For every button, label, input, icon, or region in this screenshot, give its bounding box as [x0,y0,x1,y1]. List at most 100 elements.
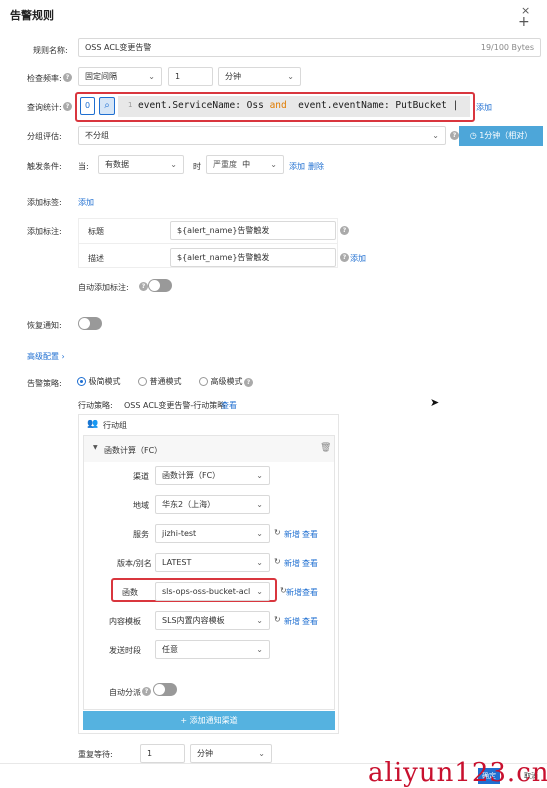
policy-option-advanced[interactable]: 高级模式 [199,376,243,387]
advanced-config-link[interactable]: 高级配置 › [27,351,65,362]
severity-select[interactable]: 严重度 中 ⌄ [206,155,284,174]
trigger-when: 当: [78,162,89,171]
field-function-view-link[interactable]: 查看 [302,587,318,598]
chevron-down-icon: ⌄ [256,645,263,654]
mouse-cursor-icon: ➤ [430,396,440,409]
radio-icon [199,377,208,386]
auto-annotation-toggle[interactable] [148,279,172,292]
annotation-desc-value: ${alert_name}告警触发 [177,253,270,262]
policy-option-simple[interactable]: 极简模式 [77,376,121,387]
annotation-key-desc: 描述 [88,254,104,263]
field-template-value: SLS内置内容模板 [162,616,225,625]
chevron-down-icon: ⌄ [270,160,277,169]
action-group-title: 行动组 [103,421,127,430]
time-range-label: 1分钟（相对） [479,131,533,140]
field-template-new-link[interactable]: 新增 [284,616,300,627]
repeat-unit-select[interactable]: 分钟 ⌄ [190,744,272,763]
chevron-down-icon: ⌄ [256,471,263,480]
annotation-desc-input[interactable]: ${alert_name}告警触发 [170,248,336,267]
annotation-title-input[interactable]: ${alert_name}告警触发 [170,221,336,240]
repeat-unit-value: 分钟 [197,749,213,758]
field-template-view-link[interactable]: 查看 [302,616,318,627]
field-region-select[interactable]: 华东2（上海） ⌄ [155,495,270,514]
tags-add-link[interactable]: 添加 [78,197,94,208]
tags-label: 添加标签: [27,198,62,207]
rule-name-counter: 19/100 Bytes [480,43,534,52]
chevron-down-icon: ⌄ [256,558,263,567]
rule-name-input[interactable]: OSS ACL变更告警 19/100 Bytes [78,38,541,57]
query-text: event.ServiceName: Oss and event.eventNa… [138,100,458,111]
query-search-icon[interactable]: ⌕ [99,97,115,115]
chevron-down-icon: ⌄ [170,160,177,169]
help-icon: ? [142,687,151,696]
severity-value: 中 [242,160,251,169]
field-service-select[interactable]: jizhi-test ⌄ [155,524,270,543]
close-icon[interactable]: × [521,4,530,17]
chevron-down-icon: ⌄ [432,131,439,140]
field-service-view-link[interactable]: 查看 [302,529,318,540]
field-region-value: 华东2（上海） [162,500,216,509]
chevron-down-icon: ⌄ [256,500,263,509]
query-text-keyword: and [269,100,287,111]
group-select[interactable]: 不分组 ⌄ [78,126,446,145]
field-send-time-select[interactable]: 任意 ⌄ [155,640,270,659]
auto-dispatch-toggle[interactable] [153,683,177,696]
trigger-condition-value: 有数据 [105,160,129,169]
chevron-down-icon: ⌄ [287,72,294,81]
field-service-label: 服务 [133,530,149,539]
trigger-add-link[interactable]: 添加 [289,161,305,172]
trigger-condition-select[interactable]: 有数据 ⌄ [98,155,184,174]
policy-option-normal-label: 普通模式 [149,377,182,386]
annotations-divider [79,243,337,244]
plus-icon: + [180,716,190,725]
time-range-button[interactable]: ◷ 1分钟（相对） [459,126,543,146]
field-channel-select[interactable]: 函数计算（FC） ⌄ [155,466,270,485]
repeat-num-input[interactable]: 1 [140,744,185,763]
repeat-label: 重复等待: [78,750,113,759]
radio-selected-icon [77,377,86,386]
trash-icon[interactable]: 🗑 [320,443,331,453]
help-icon: ? [63,102,72,111]
query-line-number: 1 [128,101,133,109]
recovery-label: 恢复通知: [27,321,62,330]
chevron-down-icon: ⌄ [258,749,265,758]
chevron-down-icon: ⌄ [256,587,263,596]
query-add-link[interactable]: 添加 [476,102,492,113]
query-index-badge[interactable]: 0 [80,97,95,115]
frequency-mode-select[interactable]: 固定间隔 ⌄ [78,67,162,86]
query-text-pre: event.ServiceName: Oss [138,100,270,111]
action-policy-label: 行动策略: [78,401,113,410]
refresh-icon[interactable]: ↻ [274,615,281,624]
field-version-value: LATEST [162,558,192,567]
trigger-delete-link[interactable]: 删除 [308,161,324,172]
field-function-label: 函数 [122,588,138,597]
chevron-down-icon: ⌄ [256,616,263,625]
field-channel-value: 函数计算（FC） [162,471,221,480]
field-version-select[interactable]: LATEST ⌄ [155,553,270,572]
field-version-view-link[interactable]: 查看 [302,558,318,569]
frequency-num-input[interactable]: 1 [168,67,213,86]
chevron-down-icon: ⌄ [256,529,263,538]
field-version-new-link[interactable]: 新增 [284,558,300,569]
field-function-new-link[interactable]: 新增 [286,587,302,598]
field-send-time-label: 发送时段 [109,646,141,655]
refresh-icon[interactable]: ↻ [274,557,281,566]
field-function-select[interactable]: sls-ops-oss-bucket-acl ⌄ [155,582,270,601]
plus-icon[interactable]: + [518,15,530,29]
field-service-new-link[interactable]: 新增 [284,529,300,540]
refresh-icon[interactable]: ↻ [274,528,281,537]
query-editor[interactable]: 1 event.ServiceName: Oss and event.event… [118,96,470,117]
caret-down-icon: ▼ [93,444,98,451]
auto-dispatch-label: 自动分派 [109,688,141,697]
add-channel-button[interactable]: + 添加通知渠道 [83,711,335,730]
query-text-post: event.eventName: PutBucket | [286,100,459,111]
recovery-toggle[interactable] [78,317,102,330]
field-template-select[interactable]: SLS内置内容模板 ⌄ [155,611,270,630]
frequency-unit-value: 分钟 [225,72,241,81]
trigger-label: 触发条件: [27,162,62,171]
frequency-unit-select[interactable]: 分钟 ⌄ [218,67,301,86]
action-policy-view-link[interactable]: 查看 [221,400,237,411]
annotation-add-link[interactable]: 添加 [350,253,366,264]
advanced-config-label: 高级配置 [27,352,59,361]
policy-option-normal[interactable]: 普通模式 [138,376,182,387]
